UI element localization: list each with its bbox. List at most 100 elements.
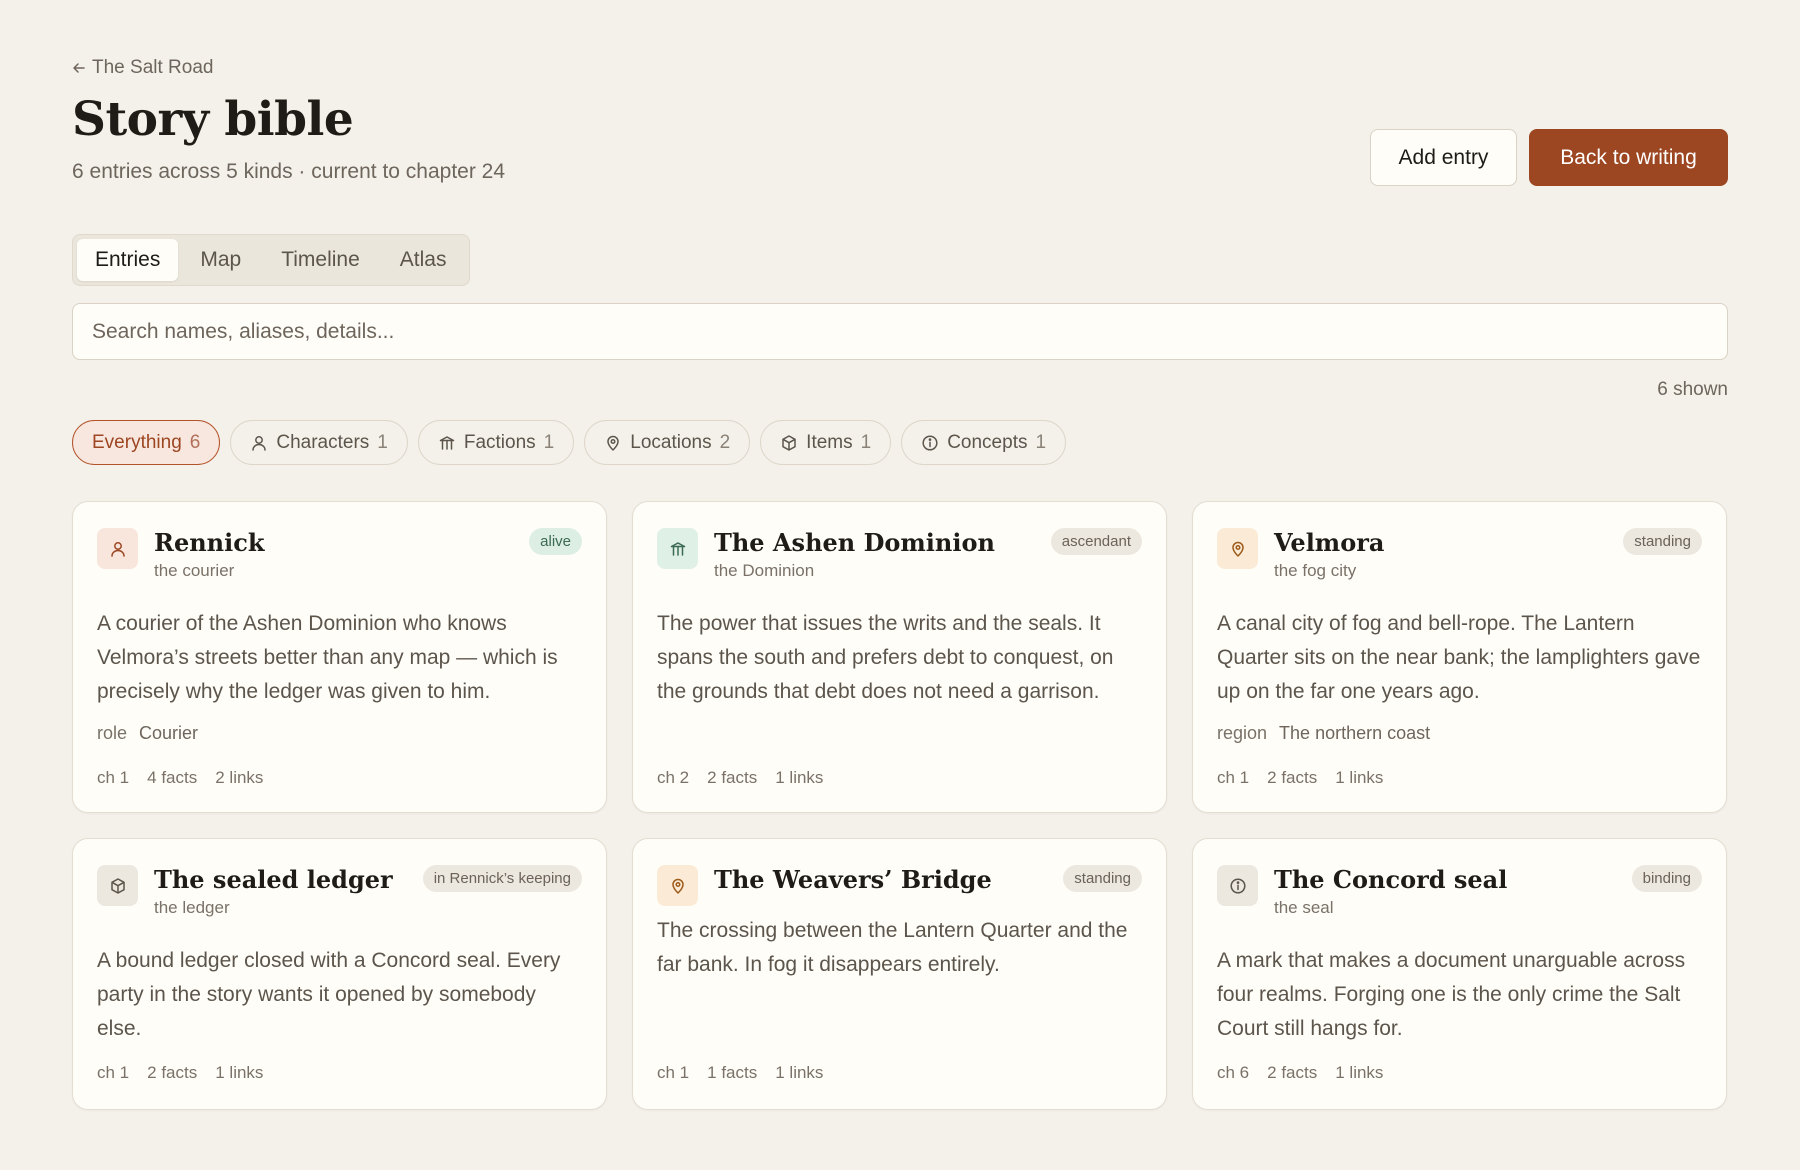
filter-items[interactable]: Items 1 [760, 420, 892, 465]
entry-name: The Weavers’ Bridge [714, 865, 992, 894]
shown-count: 6 shown [1657, 379, 1728, 400]
filter-count: 1 [543, 431, 555, 453]
filter-factions[interactable]: Factions 1 [417, 420, 575, 465]
entry-meta: ch 2 2 facts 1 links [657, 768, 823, 788]
status-badge: ascendant [1050, 528, 1142, 555]
back-link-label: The Salt Road [92, 57, 214, 78]
filter-count: 6 [189, 431, 201, 453]
entry-chapter: ch 1 [97, 1063, 130, 1082]
entry-name: Velmora [1274, 528, 1385, 557]
entry-name: The sealed ledger [154, 865, 393, 894]
entries-grid: Rennick the courier alive A courier of t… [72, 501, 1728, 1110]
add-entry-button[interactable]: Add entry [1370, 129, 1517, 186]
item-kind-badge [97, 865, 138, 906]
faction-kind-badge [657, 528, 698, 569]
entry-links-count: 1 links [775, 768, 824, 787]
entry-links-count: 1 links [1335, 768, 1384, 787]
entry-chapter: ch 6 [1217, 1063, 1250, 1082]
filter-locations[interactable]: Locations 2 [584, 420, 751, 465]
fact-key: region [1217, 723, 1268, 743]
entry-card-rennick[interactable]: Rennick the courier alive A courier of t… [72, 501, 607, 813]
filter-everything[interactable]: Everything 6 [72, 420, 221, 465]
entry-chapter: ch 2 [657, 768, 690, 787]
person-icon [252, 435, 267, 451]
tab-entries[interactable]: Entries [77, 239, 179, 281]
filter-label: Factions [463, 431, 536, 453]
page-title: Story bible [72, 92, 354, 147]
cube-icon [110, 877, 125, 894]
entry-links-count: 1 links [1335, 1063, 1384, 1082]
filter-count: 1 [377, 431, 388, 453]
status-badge: standing [1623, 528, 1702, 555]
building-icon [670, 541, 685, 556]
entry-description: A mark that makes a document unarguable … [1217, 949, 1686, 1040]
entry-facts-count: 2 facts [1267, 1063, 1318, 1082]
tab-map[interactable]: Map [182, 239, 259, 281]
status-badge: binding [1631, 865, 1702, 892]
entry-description: The power that issues the writs and the … [657, 612, 1114, 703]
entry-card-weavers-bridge[interactable]: The Weavers’ Bridge standing The crossin… [632, 838, 1167, 1110]
filter-label: Everything [92, 431, 182, 453]
entry-description: A canal city of fog and bell-rope. The L… [1217, 612, 1701, 703]
tab-timeline[interactable]: Timeline [263, 239, 378, 281]
fact-key: role [97, 723, 128, 743]
concept-kind-badge [1217, 865, 1258, 906]
entry-fact: region The northern coast [1217, 723, 1430, 744]
filter-characters[interactable]: Characters 1 [230, 420, 408, 465]
back-to-writing-button[interactable]: Back to writing [1529, 129, 1728, 186]
entry-fact: role Courier [97, 723, 198, 744]
entry-name: The Concord seal [1274, 865, 1508, 894]
entry-alias: the ledger [154, 898, 230, 917]
entry-facts-count: 2 facts [147, 1063, 198, 1082]
entry-description: A courier of the Ashen Dominion who know… [97, 612, 558, 703]
entry-card-sealed-ledger[interactable]: The sealed ledger the ledger in Rennick’… [72, 838, 607, 1110]
filter-concepts[interactable]: Concepts 1 [901, 420, 1067, 465]
entry-name: Rennick [154, 528, 265, 557]
entry-chapter: ch 1 [97, 768, 130, 787]
entry-links-count: 1 links [215, 1063, 264, 1082]
view-tabs: Entries Map Timeline Atlas [72, 234, 470, 286]
entry-facts-count: 4 facts [147, 768, 198, 787]
map-pin-icon [607, 435, 619, 451]
map-pin-icon [671, 878, 684, 894]
filter-chips: Everything 6 Characters 1 Factions 1 Loc… [72, 420, 1067, 465]
filter-count: 1 [1035, 431, 1047, 453]
fact-value: The northern coast [1279, 723, 1431, 743]
fact-value: Courier [139, 723, 199, 743]
entry-links-count: 1 links [775, 1063, 824, 1082]
header-actions: Add entry Back to writing [1370, 129, 1728, 186]
page-subtitle: 6 entries across 5 kinds · current to ch… [72, 160, 506, 183]
entry-card-ashen-dominion[interactable]: The Ashen Dominion the Dominion ascendan… [632, 501, 1167, 813]
entry-alias: the courier [154, 561, 235, 580]
status-badge: alive [529, 528, 582, 555]
info-icon [922, 434, 938, 451]
search-input[interactable] [72, 303, 1728, 360]
entry-description: The crossing between the Lantern Quarter… [657, 919, 1128, 976]
entry-alias: the Dominion [714, 561, 815, 580]
location-kind-badge [657, 865, 698, 906]
character-kind-badge [97, 528, 138, 569]
filter-label: Locations [630, 431, 712, 453]
entry-name: The Ashen Dominion [714, 528, 995, 557]
entry-card-concord-seal[interactable]: The Concord seal the seal binding A mark… [1192, 838, 1727, 1110]
entry-card-velmora[interactable]: Velmora the fog city standing A canal ci… [1192, 501, 1727, 813]
status-badge: in Rennick’s keeping [422, 865, 582, 892]
filter-count: 1 [860, 431, 872, 453]
entry-chapter: ch 1 [1217, 768, 1250, 787]
tab-atlas[interactable]: Atlas [382, 239, 465, 281]
entry-meta: ch 6 2 facts 1 links [1217, 1063, 1383, 1083]
entry-facts-count: 2 facts [1267, 768, 1318, 787]
entry-meta: ch 1 2 facts 1 links [1217, 768, 1383, 788]
entry-alias: the seal [1274, 898, 1334, 917]
card-header: Rennick the courier [97, 526, 582, 581]
person-icon [110, 541, 125, 557]
map-pin-icon [1231, 541, 1244, 557]
building-icon [439, 435, 455, 450]
status-badge: standing [1063, 865, 1142, 892]
info-icon [1229, 877, 1246, 894]
filter-label: Items [806, 431, 853, 453]
location-kind-badge [1217, 528, 1258, 569]
back-link[interactable]: The Salt Road [72, 57, 213, 79]
entry-alias: the fog city [1274, 561, 1357, 580]
entry-meta: ch 1 2 facts 1 links [97, 1063, 263, 1083]
